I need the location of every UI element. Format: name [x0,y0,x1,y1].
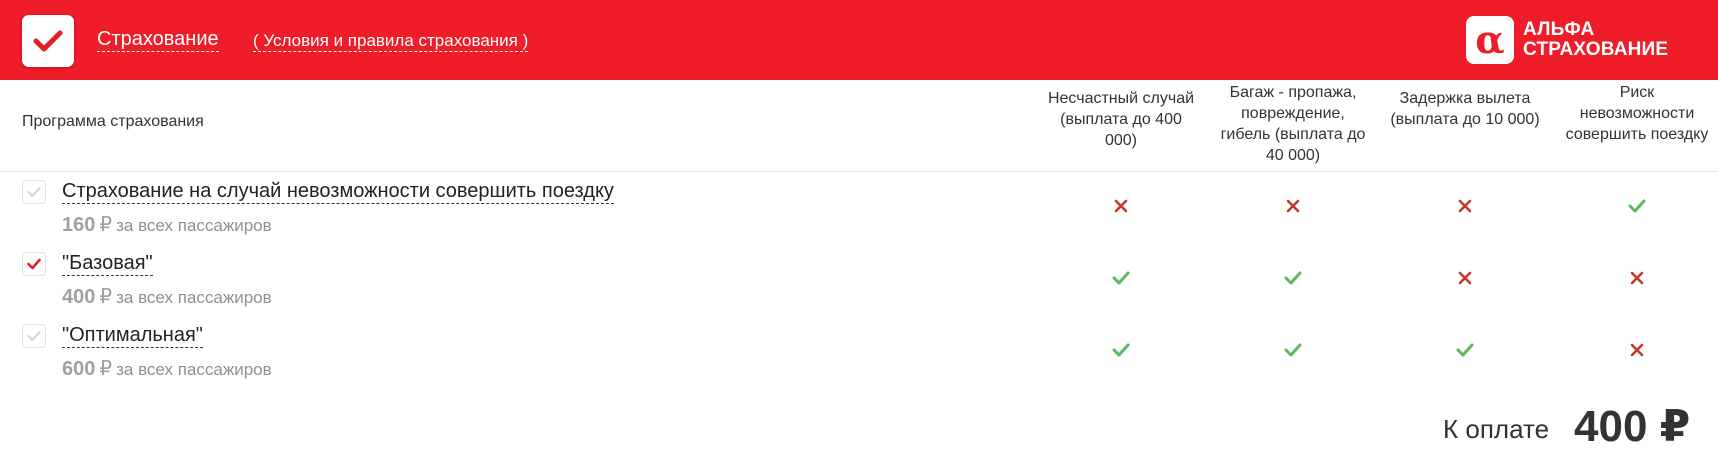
total-label: К оплате [1443,414,1550,444]
cross-icon [1455,268,1475,288]
column-header-baggage: Багаж - пропажа, повреждение, гибель (вы… [1220,84,1366,164]
cross-icon [1111,196,1131,216]
check-icon [1627,196,1647,216]
table-divider [0,171,1718,172]
terms-link[interactable]: ( Условия и правила страхования ) [253,31,529,52]
program-title-link[interactable]: Страхование на случай невозможности сове… [62,179,614,204]
check-icon [27,258,41,270]
check-icon [1111,340,1131,360]
check-icon [1111,268,1131,288]
program-price: 160 ₽ за всех пассажиров [62,212,272,237]
row-checkbox[interactable] [22,252,46,276]
check-icon [33,30,63,52]
program-price: 600 ₽ за всех пассажиров [62,356,272,381]
insurance-title-link[interactable]: Страхование [97,28,219,52]
column-header-delay: Задержка вылета (выплата до 10 000) [1390,90,1540,128]
cross-icon [1627,340,1647,360]
row-checkbox[interactable] [22,180,46,204]
column-header-trip-cancel: Риск невозможности совершить поездку [1565,84,1709,143]
program-title-link[interactable]: "Базовая" [62,251,153,276]
cross-icon [1627,268,1647,288]
price-amount: 600 [62,358,96,380]
row-checkbox[interactable] [22,324,46,348]
alfa-insurance-logo: α АЛЬФА СТРАХОВАНИЕ [1466,16,1668,64]
price-note: за всех пассажиров [116,288,272,307]
logo-text-line1: АЛЬФА [1523,19,1595,40]
insurance-header: Страхование ( Условия и правила страхова… [0,0,1718,80]
insurance-row-trip-cancel: Страхование на случай невозможности сове… [0,176,1718,246]
cross-icon [1455,196,1475,216]
logo-text-line2: СТРАХОВАНИЕ [1523,39,1669,60]
check-icon [27,186,41,198]
svg-text:α: α [1475,20,1504,60]
program-title-link[interactable]: "Оптимальная" [62,323,203,348]
check-icon [1283,268,1303,288]
price-currency: ₽ [99,358,113,380]
program-price: 400 ₽ за всех пассажиров [62,284,272,309]
price-currency: ₽ [99,214,113,236]
check-icon [1283,340,1303,360]
check-icon [27,330,41,342]
total-amount: 400 ₽ [1574,402,1691,451]
price-currency: ₽ [99,286,113,308]
insurance-toggle-checkbox[interactable] [22,15,74,67]
price-note: за всех пассажиров [116,360,272,379]
price-amount: 400 [62,286,96,308]
column-header-accident: Несчастный случай (выплата до 400 000) [1047,90,1195,149]
cross-icon [1283,196,1303,216]
alfa-logo-icon: α [1466,16,1514,64]
program-column-header: Программа страхования [22,113,204,130]
price-amount: 160 [62,214,96,236]
insurance-row-optimal: "Оптимальная" 600 ₽ за всех пассажиров [0,320,1718,390]
insurance-row-basic: "Базовая" 400 ₽ за всех пассажиров [0,248,1718,318]
check-icon [1455,340,1475,360]
price-note: за всех пассажиров [116,216,272,235]
